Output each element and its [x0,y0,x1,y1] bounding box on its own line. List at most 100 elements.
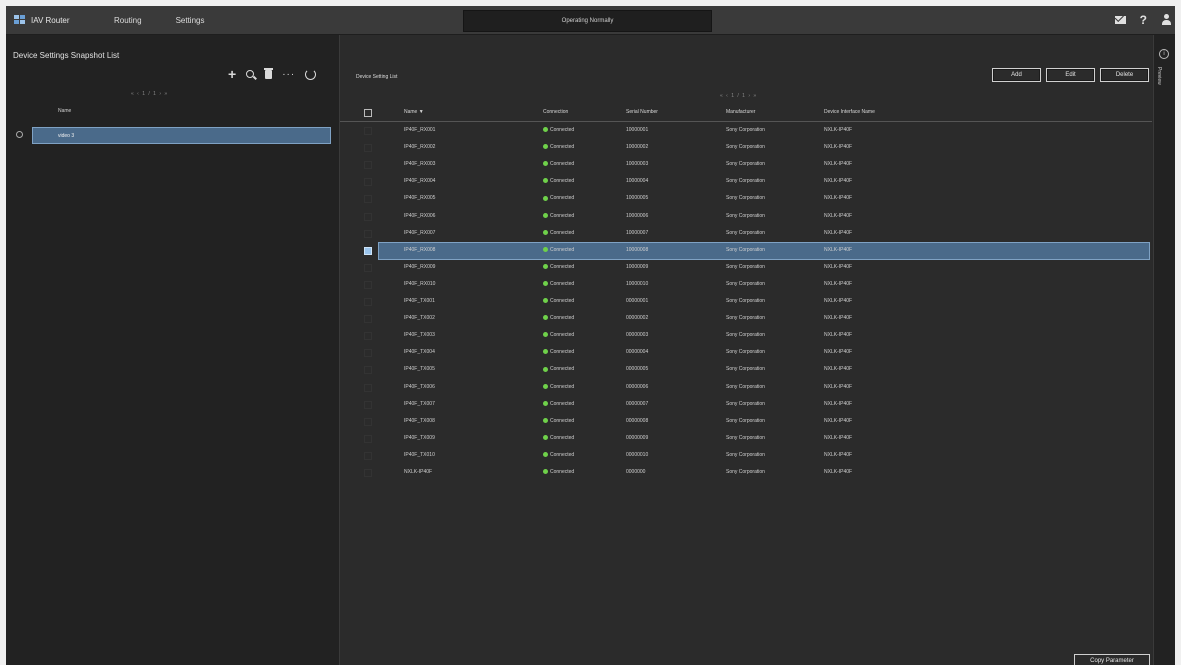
row-checkbox[interactable] [364,144,372,153]
table-row[interactable]: IP40F_TX004 Connected 00000004 Sony Corpora… [340,344,1152,361]
table-row[interactable]: IP40F_TX001 Connected 00000001 Sony Corpora… [340,293,1152,310]
table-row[interactable]: IP40F_RX006 Connected 10000006 Sony Corpora… [340,208,1152,225]
preview-label[interactable]: Preview [1156,67,1162,85]
status-dot-icon [543,298,548,304]
cell-manufacturer: Sony Corporation [726,144,765,151]
row-checkbox[interactable] [364,263,372,272]
row-checkbox[interactable] [364,332,372,341]
column-header-name[interactable]: Name [58,108,71,114]
connection-status: Connected [550,451,575,458]
column-header-name[interactable]: Name ▼ [404,109,424,115]
cell-name: IP40F_RX002 [404,144,436,151]
cell-interface: NXLK-IP40F [824,383,853,390]
row-checkbox[interactable] [364,212,372,221]
row-checkbox[interactable] [364,366,372,375]
list-item-label: video 3 [58,132,75,139]
column-header-interface[interactable]: Device Interface Name [824,109,875,115]
status-dot-icon [543,161,548,167]
column-header-connection[interactable]: Connection [543,109,568,115]
table-row[interactable]: IP40F_RX007 Connected 10000007 Sony Corpora… [340,225,1152,242]
cell-serial: 10000007 [626,229,649,236]
cell-connection: Connected [543,435,574,441]
cell-interface: NXLK-IP40F [824,315,853,322]
user-icon[interactable] [1161,14,1171,26]
cell-interface: NXLK-IP40F [824,451,853,458]
list-item[interactable]: video 3 [32,127,331,144]
refresh-icon[interactable] [305,69,317,80]
snapshot-toolbar: + ··· [228,67,326,81]
cell-connection: Connected [543,315,574,321]
row-checkbox[interactable] [364,400,372,409]
table-row[interactable]: IP40F_RX002 Connected 10000002 Sony Corpora… [340,139,1152,156]
table-row[interactable]: IP40F_TX007 Connected 00000007 Sony Corpora… [340,396,1152,413]
tab-settings[interactable]: Settings [176,16,205,25]
table-row[interactable]: IP40F_RX010 Connected 10000010 Sony Corpora… [340,276,1152,293]
column-header-manufacturer[interactable]: Manufacturer [726,109,755,115]
row-checkbox[interactable] [364,469,372,477]
connection-status: Connected [550,434,575,441]
row-checkbox[interactable] [364,315,372,324]
row-checkbox[interactable] [364,298,372,306]
cell-name: IP40F_RX008 [404,246,436,253]
table-row[interactable]: IP40F_RX009 Connected 10000009 Sony Corpora… [340,259,1152,276]
table-row[interactable]: IP40F_TX005 Connected 00000005 Sony Corpora… [340,361,1152,378]
pagination[interactable]: « ‹ 1 / 1 › » [131,91,168,97]
cell-name: IP40F_RX010 [404,280,436,287]
row-checkbox[interactable] [364,434,372,443]
status-dot-icon [543,469,548,475]
table-row[interactable]: IP40F_TX009 Connected 00000009 Sony Corpora… [340,430,1152,447]
select-all-checkbox[interactable] [364,109,372,117]
table-row[interactable]: IP40F_TX002 Connected 00000002 Sony Corpora… [340,310,1152,327]
table-row[interactable]: IP40F_RX001 Connected 10000001 Sony Corpora… [340,122,1152,139]
table-row[interactable]: IP40F_RX008 Connected 10000008 Sony Corpora… [340,241,1152,260]
mail-icon[interactable] [1114,16,1126,24]
row-checkbox[interactable] [364,417,372,426]
search-icon[interactable] [246,70,255,79]
connection-status: Connected [550,161,575,168]
brand[interactable]: IAV Router [14,15,84,25]
cell-interface: NXLK-IP40F [824,161,853,168]
row-radio[interactable] [16,131,23,138]
row-checkbox[interactable] [364,127,372,135]
cell-name: IP40F_TX009 [404,434,435,441]
status-indicator: Operating Normally [463,10,712,32]
table-row[interactable]: IP40F_RX003 Connected 10000003 Sony Corpora… [340,156,1152,173]
tab-routing[interactable]: Routing [114,16,142,25]
table-row[interactable]: IP40F_RX004 Connected 10000004 Sony Corpora… [340,173,1152,190]
cell-name: IP40F_TX001 [404,298,435,304]
status-dot-icon [543,144,548,150]
copy-parameter-button[interactable]: Copy Parameter [1074,654,1150,665]
cell-interface: NXLK-IP40F [824,349,853,356]
row-checkbox[interactable] [364,195,372,204]
row-checkbox[interactable] [364,246,372,255]
cell-interface: NXLK-IP40F [824,144,853,151]
table-row[interactable]: IP40F_TX010 Connected 00000010 Sony Corpora… [340,447,1152,464]
cell-connection: Connected [543,144,574,150]
status-dot-icon [543,400,548,406]
table-row[interactable]: NXLK-IP40F Connected 0000000 Sony Corporati… [340,464,1152,481]
table-row[interactable]: IP40F_TX006 Connected 00000006 Sony Corpora… [340,379,1152,396]
row-checkbox[interactable] [364,229,372,238]
connection-status: Connected [550,400,575,407]
row-checkbox[interactable] [364,280,372,289]
row-checkbox[interactable] [364,178,372,187]
plus-icon[interactable]: + [228,67,236,81]
row-checkbox[interactable] [364,349,372,358]
delete-button[interactable]: Delete [1100,68,1149,82]
info-icon[interactable]: i [1159,49,1169,59]
trash-icon[interactable] [264,68,274,79]
column-header-serial[interactable]: Serial Number [626,109,658,115]
row-checkbox[interactable] [364,383,372,392]
table-row[interactable]: IP40F_TX008 Connected 00000008 Sony Corpora… [340,413,1152,430]
help-icon[interactable]: ? [1140,13,1147,27]
table-row[interactable]: IP40F_TX003 Connected 00000003 Sony Corpora… [340,327,1152,344]
add-button[interactable]: Add [992,68,1041,82]
row-checkbox[interactable] [364,451,372,460]
pagination[interactable]: « ‹ 1 / 1 › » [720,93,757,99]
row-checkbox[interactable] [364,161,372,170]
edit-button[interactable]: Edit [1046,68,1095,82]
table-row[interactable]: IP40F_RX005 Connected 10000005 Sony Corpora… [340,190,1152,207]
status-dot-icon [543,212,548,218]
app-window: IAV Router Routing Settings Operating No… [6,6,1175,665]
more-icon[interactable]: ··· [282,69,295,80]
